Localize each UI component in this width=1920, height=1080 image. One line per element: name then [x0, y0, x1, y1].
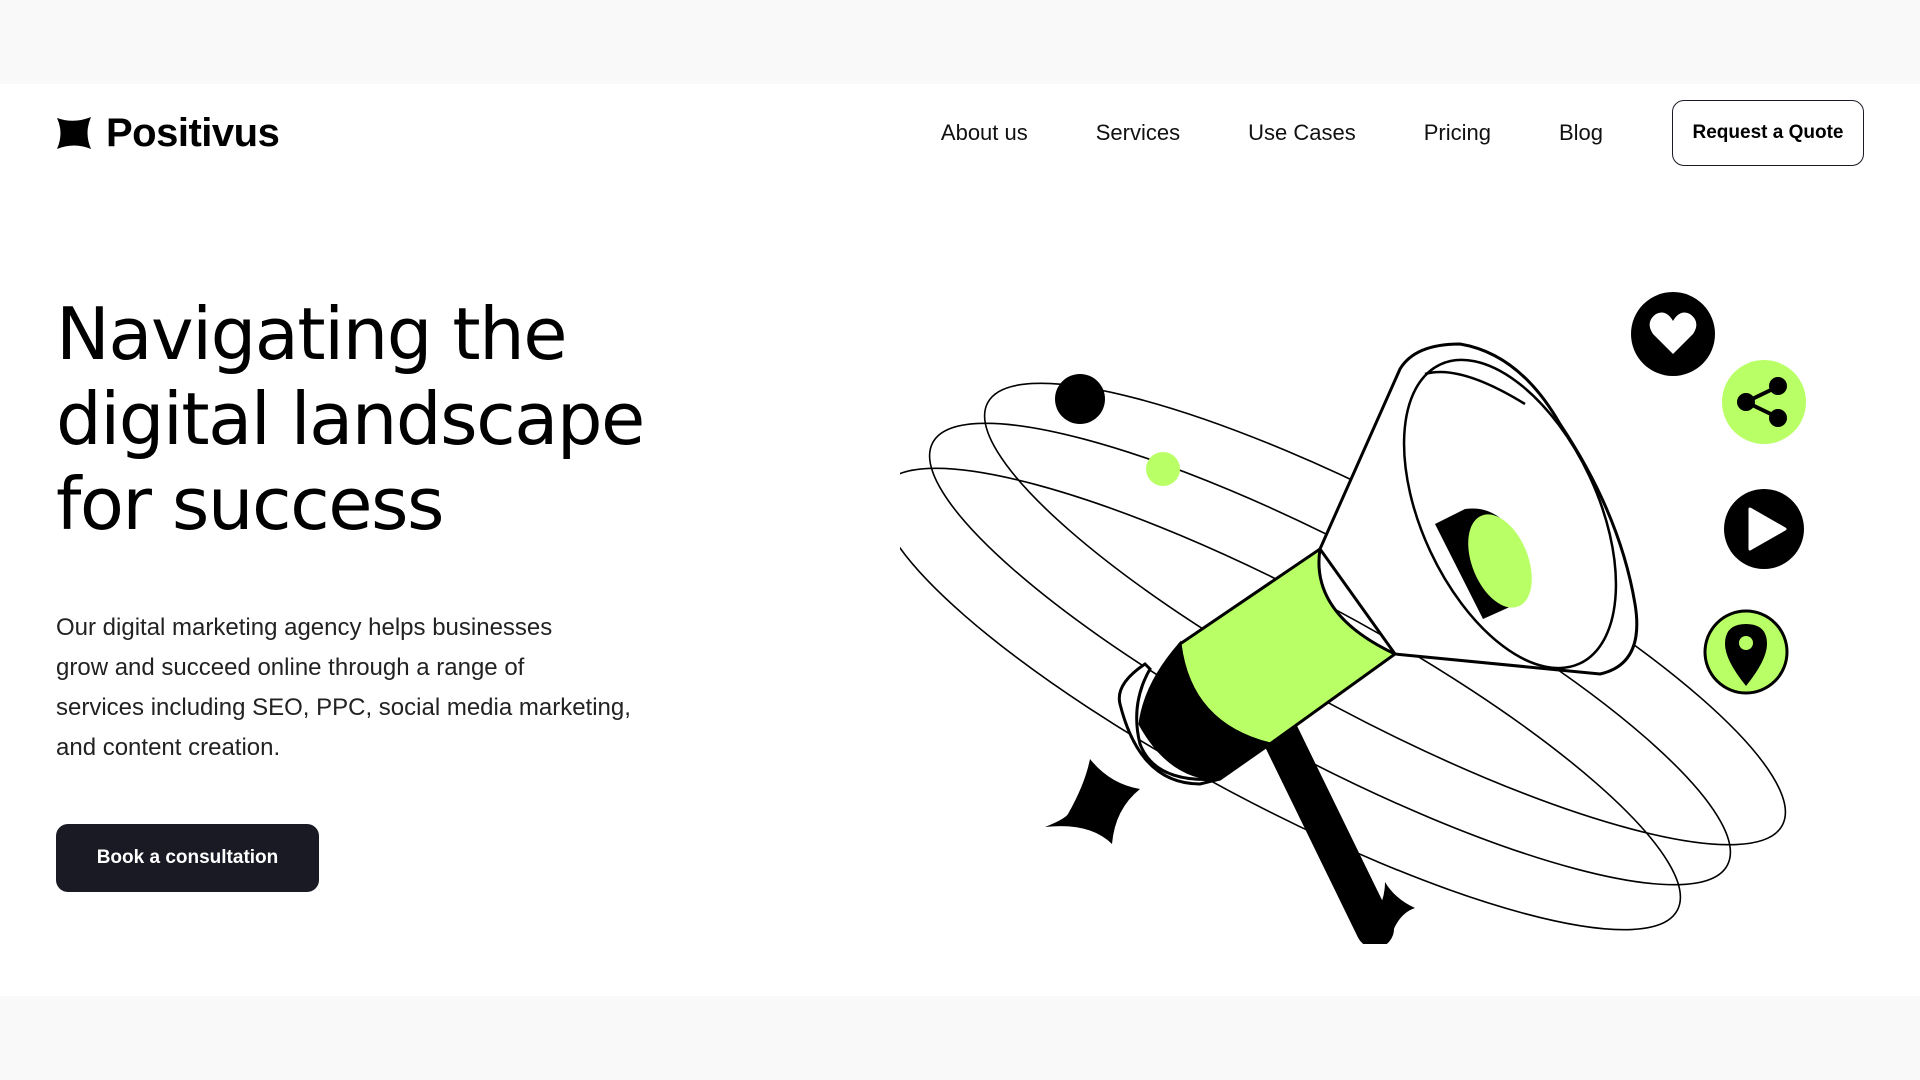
hero-description-line: and content creation. [56, 734, 281, 761]
hero-title-line: digital landscape [56, 377, 645, 461]
heart-icon [1631, 292, 1715, 376]
hero-description: Our digital marketing agency helps busin… [56, 608, 666, 768]
nav-link-pricing[interactable]: Pricing [1424, 120, 1491, 146]
logo[interactable]: Positivus [56, 110, 280, 156]
megaphone-illustration [900, 292, 1806, 944]
play-icon [1724, 489, 1804, 569]
green-dot [1146, 452, 1180, 486]
hero-section: Positivus About us Services Use Cases Pr… [0, 84, 1920, 996]
hero-description-line: grow and succeed online through a range … [56, 654, 525, 681]
main-nav: About us Services Use Cases Pricing Blog… [941, 100, 1864, 166]
location-pin-icon [1703, 609, 1789, 695]
request-quote-button[interactable]: Request a Quote [1672, 100, 1864, 166]
star-icon [1045, 759, 1140, 844]
book-consultation-button[interactable]: Book a consultation [56, 824, 319, 892]
hero-title-line: Navigating the [56, 292, 568, 376]
hero-title: Navigating the digital landscape for suc… [56, 292, 776, 547]
orbit-rings [900, 382, 1787, 931]
brand-name: Positivus [106, 110, 280, 155]
nav-link-blog[interactable]: Blog [1559, 120, 1603, 146]
site-header: Positivus About us Services Use Cases Pr… [56, 98, 1864, 168]
sparkle-icon [57, 117, 91, 149]
nav-link-about-us[interactable]: About us [941, 120, 1028, 146]
nav-link-use-cases[interactable]: Use Cases [1248, 120, 1356, 146]
hero-description-line: services including SEO, PPC, social medi… [56, 694, 631, 721]
nav-link-services[interactable]: Services [1096, 120, 1180, 146]
hero-description-line: Our digital marketing agency helps busin… [56, 614, 553, 641]
hero-title-line: for success [56, 462, 445, 546]
black-dot [1055, 374, 1105, 424]
share-icon [1722, 360, 1806, 444]
